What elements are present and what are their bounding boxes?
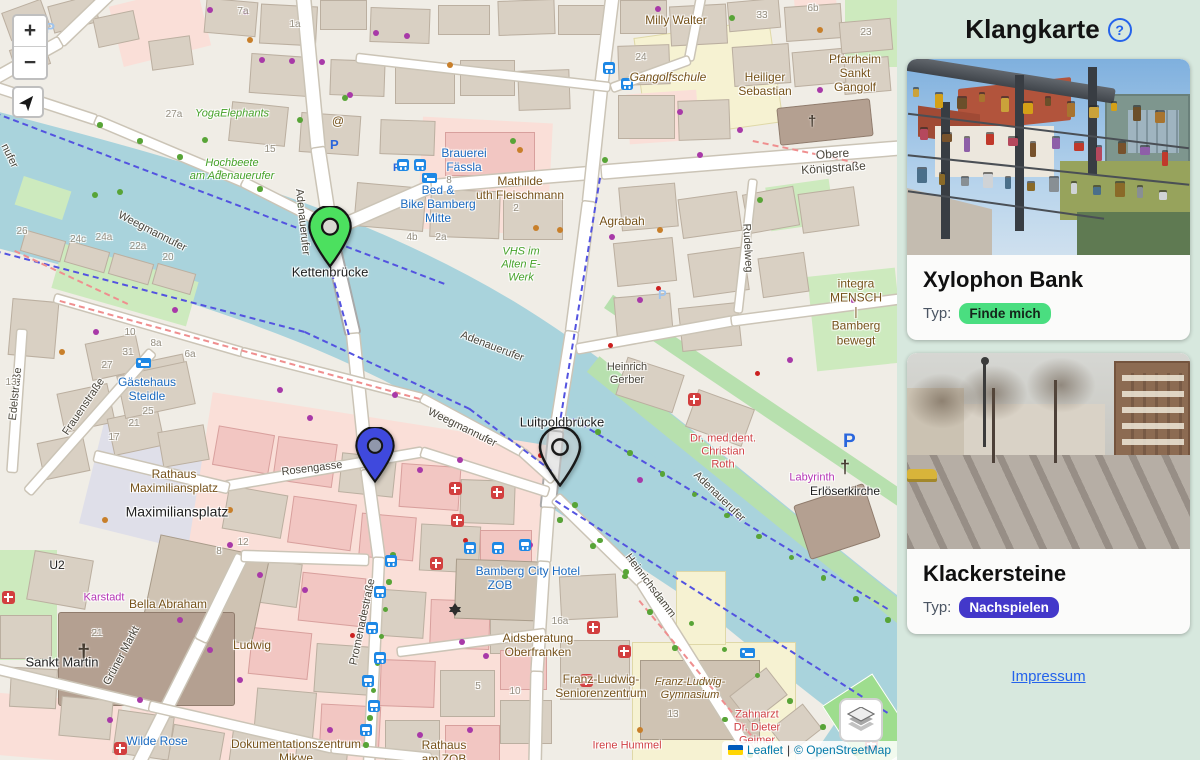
ukraine-flag-icon [728,745,743,755]
sidebar: Klangkarte ? Xylophon Bank Typ: [897,0,1200,760]
padlock-decor [986,134,994,145]
map[interactable]: PPPPP††† Milly WalterGangolfschuleHeilig… [0,0,897,760]
padlock-decor [1005,178,1011,189]
padlock-decor [1071,183,1077,194]
padlock-decor [1023,103,1033,114]
layers-button[interactable] [839,698,883,742]
map-marker-green[interactable] [308,206,352,268]
padlock-decor [942,134,952,142]
padlock-decor [1027,183,1035,191]
padlock-decor [1089,107,1099,118]
card-klackersteine[interactable]: Klackersteine Typ: Nachspielen [907,353,1190,634]
type-badge-finde-mich: Finde mich [959,303,1050,324]
padlock-decor [1096,147,1102,161]
padlock-decor [1159,192,1167,200]
type-label: Typ: [923,599,951,616]
padlock-decor [1093,187,1101,195]
padlock-decor [913,89,919,97]
map-marker-blue[interactable] [355,427,395,483]
padlock-decor [1030,143,1036,157]
padlock-decor [935,94,943,108]
padlock-decor [1133,107,1141,121]
card-xylophon-bank[interactable]: Xylophon Bank Typ: Finde mich [907,59,1190,340]
padlock-decor [917,169,927,183]
padlock-decor [957,98,967,109]
type-badge-nachspielen: Nachspielen [959,597,1059,618]
zoom-control: + − [12,14,48,80]
padlock-decor [1067,103,1075,117]
attribution-separator: | [787,743,790,757]
padlock-decor [1045,98,1051,106]
padlock-decor [1111,103,1117,111]
card-title-xylophon: Xylophon Bank [923,267,1174,293]
map-marker-white-outline[interactable] [538,427,582,487]
klackersteine-photo [907,353,1190,549]
padlock-decor [1162,152,1168,166]
map-attribution: Leaflet | © OpenStreetMap [722,741,897,760]
padlock-decor [983,174,993,188]
locate-arrow-icon [19,93,37,111]
padlock-decor [1155,112,1165,123]
page-title: Klangkarte ? [905,0,1192,59]
xylophon-bank-photo [907,59,1190,255]
type-label: Typ: [923,305,951,322]
padlock-decor [920,129,928,140]
padlock-decor [1118,143,1126,154]
padlock-decor [1137,187,1143,198]
padlock-decor [964,138,970,152]
padlock-decor [1008,138,1018,146]
impressum-link[interactable]: Impressum [905,668,1192,685]
padlock-decor [939,174,945,185]
padlock-decor [979,94,985,102]
zoom-out-button[interactable]: − [14,47,46,78]
padlock-decor [1140,147,1150,155]
card-title-klackersteine: Klackersteine [923,561,1174,587]
map-water [0,0,897,760]
padlock-decor [961,178,969,186]
layers-icon [847,707,875,733]
padlock-decor [1115,183,1125,197]
locate-button[interactable] [12,86,44,118]
leaflet-link[interactable]: Leaflet [747,743,783,757]
padlock-decor [1052,138,1060,149]
zoom-in-button[interactable]: + [14,16,46,47]
padlock-decor [1001,98,1009,112]
help-icon[interactable]: ? [1108,18,1132,42]
padlock-decor [1049,178,1059,192]
openstreetmap-link[interactable]: © OpenStreetMap [794,743,891,757]
app-title-text: Klangkarte [965,14,1099,45]
padlock-decor [1074,143,1084,151]
app: PPPPP††† Milly WalterGangolfschuleHeilig… [0,0,1200,760]
